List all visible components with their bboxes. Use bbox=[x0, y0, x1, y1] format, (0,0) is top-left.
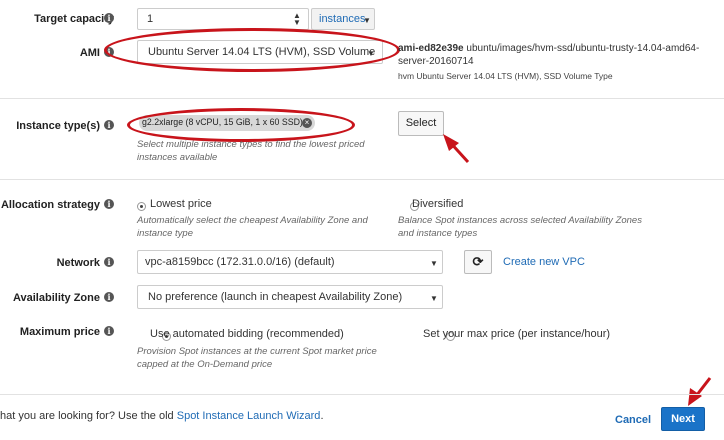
lowest-price-radio[interactable] bbox=[137, 202, 146, 211]
footer-suffix: . bbox=[320, 410, 324, 422]
diversified-label: Diversified bbox=[412, 198, 464, 210]
automated-bidding-help: Provision Spot instances at the current … bbox=[137, 346, 377, 370]
maximum-price-label: Maximum price bbox=[19, 326, 100, 338]
caret-down-icon: ▼ bbox=[430, 259, 438, 268]
info-icon[interactable]: i bbox=[104, 257, 114, 267]
network-label: Network bbox=[56, 257, 100, 269]
network-select[interactable]: vpc-a8159bcc (172.31.0.0/16) (default) ▼ bbox=[137, 250, 443, 274]
info-icon[interactable]: i bbox=[104, 199, 114, 209]
next-button[interactable]: Next bbox=[661, 407, 705, 431]
footer-text: hat you are looking for? Use the old Spo… bbox=[0, 410, 324, 422]
network-selected-value: vpc-a8159bcc (172.31.0.0/16) (default) bbox=[145, 256, 335, 268]
automated-bidding-label: Use automated bidding (recommended) bbox=[150, 328, 344, 340]
create-new-vpc-link[interactable]: Create new VPC bbox=[503, 256, 585, 268]
availability-zone-label: Availability Zone bbox=[12, 292, 100, 304]
refresh-icon: ⟳ bbox=[472, 254, 484, 269]
cancel-button[interactable]: Cancel bbox=[615, 414, 651, 426]
caret-down-icon: ▼ bbox=[430, 294, 438, 303]
old-wizard-link[interactable]: Spot Instance Launch Wizard bbox=[177, 410, 321, 422]
availability-zone-selected-value: No preference (launch in cheapest Availa… bbox=[148, 291, 403, 303]
lowest-price-label: Lowest price bbox=[150, 198, 212, 210]
allocation-strategy-label: Allocation strategy bbox=[0, 199, 100, 211]
availability-zone-select[interactable]: No preference (launch in cheapest Availa… bbox=[137, 285, 443, 309]
refresh-button[interactable]: ⟳ bbox=[464, 250, 492, 274]
divider bbox=[0, 394, 724, 395]
footer-prefix: hat you are looking for? Use the old bbox=[0, 410, 177, 422]
divider bbox=[0, 179, 724, 180]
lowest-price-help: Automatically select the cheapest Availa… bbox=[137, 215, 368, 239]
max-price-label: Set your max price (per instance/hour) bbox=[423, 328, 611, 340]
info-icon[interactable]: i bbox=[104, 292, 114, 302]
info-icon[interactable]: i bbox=[104, 326, 114, 336]
diversified-help: Balance Spot instances across selected A… bbox=[398, 215, 642, 239]
